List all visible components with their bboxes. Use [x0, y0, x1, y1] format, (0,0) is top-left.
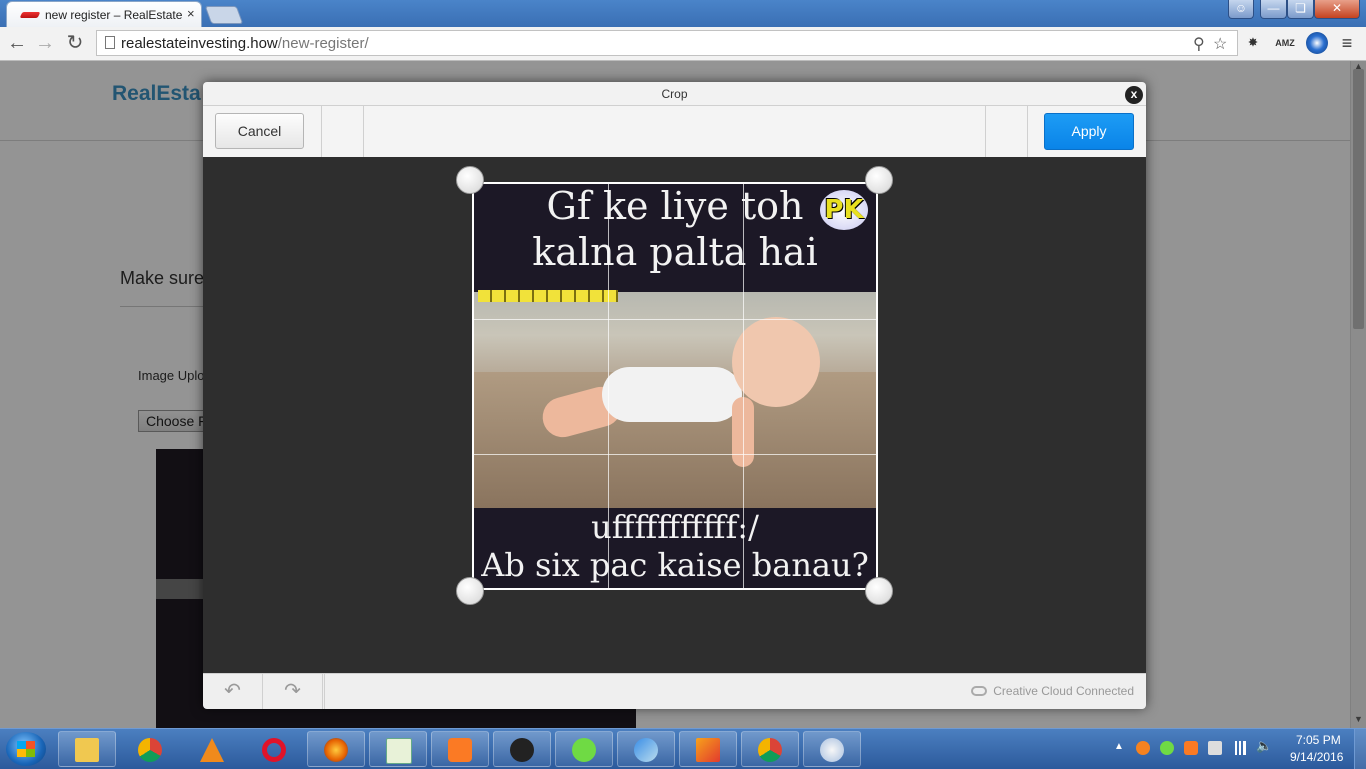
crop-footer: ↶ ↷ Creative Cloud Connected: [203, 673, 1146, 709]
crop-grid-line: [608, 184, 609, 588]
site-favicon-icon: [19, 12, 41, 18]
reload-icon[interactable]: ↻: [64, 32, 86, 54]
chrome-logo-icon[interactable]: [1306, 32, 1328, 54]
url-text: realestateinvesting.how/new-register/: [121, 35, 369, 52]
toolbar-divider: [1027, 106, 1028, 157]
footer-divider: [323, 674, 325, 709]
network-icon[interactable]: [1232, 741, 1246, 755]
show-desktop-button[interactable]: [1354, 729, 1366, 769]
xampp-tray-icon[interactable]: [1184, 741, 1198, 755]
browser-toolbar: ← → ↻ realestateinvesting.how/new-regist…: [0, 27, 1366, 61]
puzzle-icon[interactable]: ✸: [1242, 32, 1264, 54]
opera-icon[interactable]: [245, 731, 303, 767]
browser-titlebar: new register – RealEstateIn × ☺ — ❏ ✕: [0, 0, 1366, 27]
creative-cloud-status: Creative Cloud Connected: [971, 684, 1134, 698]
notepad-icon[interactable]: [369, 731, 427, 767]
clock-date[interactable]: 9/14/2016: [1290, 750, 1343, 764]
maximize-button[interactable]: ❏: [1287, 0, 1314, 19]
back-icon[interactable]: ←: [6, 32, 28, 54]
forward-icon[interactable]: →: [34, 32, 56, 54]
page-icon: [105, 36, 115, 49]
close-window-button[interactable]: ✕: [1314, 0, 1360, 19]
creative-cloud-icon: [971, 686, 988, 696]
status-label: Creative Cloud Connected: [993, 684, 1134, 698]
windows-logo-icon: [17, 741, 35, 757]
browser-tab[interactable]: new register – RealEstateIn ×: [6, 1, 202, 27]
undo-icon[interactable]: ↶: [203, 674, 263, 709]
upwork-tray-icon[interactable]: [1160, 741, 1174, 755]
device-icon[interactable]: [1208, 741, 1222, 755]
chrome-icon[interactable]: [741, 731, 799, 767]
file-explorer-icon[interactable]: [58, 731, 116, 767]
crop-canvas[interactable]: Gf ke liye toh kalna palta hai uffffffff…: [203, 157, 1146, 673]
illustrator-icon[interactable]: [679, 731, 737, 767]
crop-handle-top-right[interactable]: [865, 166, 893, 194]
crop-frame[interactable]: [472, 182, 878, 590]
dialog-title: Crop: [661, 87, 688, 101]
redo-icon[interactable]: ↷: [263, 674, 323, 709]
address-bar[interactable]: realestateinvesting.how/new-register/ ⚲ …: [96, 30, 1238, 56]
apply-button[interactable]: Apply: [1044, 113, 1134, 150]
crop-grid-line: [474, 319, 876, 320]
start-button[interactable]: [6, 732, 46, 766]
close-icon[interactable]: x: [1125, 86, 1143, 104]
tab-close-icon[interactable]: ×: [187, 6, 195, 21]
key-icon[interactable]: ⚲: [1193, 34, 1205, 54]
volume-icon[interactable]: 🔈: [1256, 738, 1272, 753]
spy-icon[interactable]: [493, 731, 551, 767]
toolbar-divider: [321, 106, 322, 157]
bookmark-star-icon[interactable]: ☆: [1213, 34, 1227, 54]
new-tab-button[interactable]: [204, 6, 244, 24]
crop-toolbar: Cancel Apply: [203, 105, 1146, 158]
toolbar-divider: [363, 106, 364, 157]
show-hidden-icons-icon[interactable]: ▲: [1114, 741, 1128, 755]
xampp-icon[interactable]: [431, 731, 489, 767]
upwork-icon[interactable]: [555, 731, 613, 767]
amz-extension[interactable]: AMZ: [1274, 32, 1296, 54]
tray-app-icon[interactable]: [1136, 741, 1150, 755]
firefox-icon[interactable]: [307, 731, 365, 767]
crop-handle-bottom-right[interactable]: [865, 577, 893, 605]
crop-grid-line: [474, 454, 876, 455]
clock-time[interactable]: 7:05 PM: [1296, 733, 1341, 747]
cancel-button[interactable]: Cancel: [215, 113, 304, 149]
tab-title: new register – RealEstateIn: [45, 8, 183, 22]
minimize-button[interactable]: —: [1260, 0, 1287, 19]
user-icon[interactable]: ☺: [1228, 0, 1254, 19]
chrome-icon[interactable]: [121, 731, 179, 767]
crop-grid-line: [743, 184, 744, 588]
windows-taskbar: ▲ 🔈 7:05 PM 9/14/2016: [0, 728, 1366, 769]
feather-icon[interactable]: [617, 731, 675, 767]
vlc-icon[interactable]: [183, 731, 241, 767]
crop-handle-top-left[interactable]: [456, 166, 484, 194]
paint-icon[interactable]: [803, 731, 861, 767]
menu-icon[interactable]: ≡: [1336, 32, 1358, 54]
toolbar-divider: [985, 106, 986, 157]
crop-handle-bottom-left[interactable]: [456, 577, 484, 605]
crop-dialog: Crop x Cancel Apply Gf ke liye toh kalna…: [203, 82, 1146, 709]
